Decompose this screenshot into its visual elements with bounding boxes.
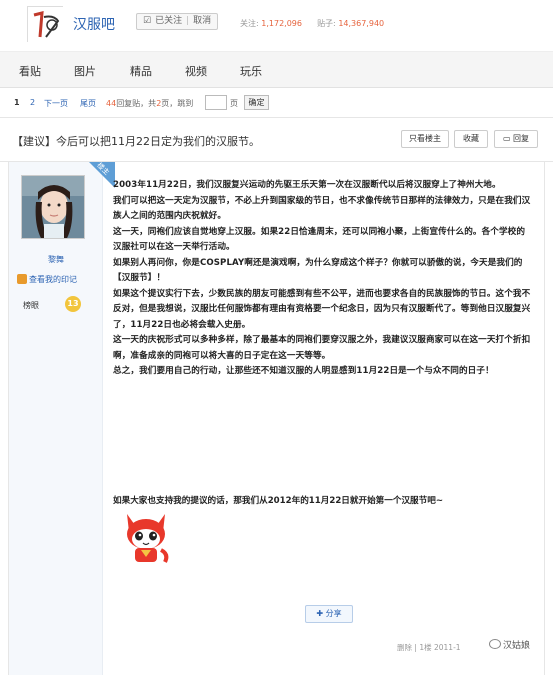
favorite-button[interactable]: 收藏 (454, 130, 488, 148)
reply-label: 回复 (513, 134, 530, 143)
follow-count-label: 关注: (240, 19, 259, 28)
tab-play[interactable]: 玩乐 (240, 63, 262, 79)
hanfu-logo-icon (28, 7, 64, 43)
watermark-text: 汉姑娘 (503, 641, 531, 651)
share-button[interactable]: ✚ 分享 (305, 605, 353, 623)
post-count-label: 贴子: (317, 19, 336, 28)
page-2-link[interactable]: 2 (30, 98, 35, 107)
pages-suffix: 页，跳到 (161, 99, 194, 108)
avatar[interactable] (21, 175, 85, 239)
level-title: 榜眼 (23, 301, 39, 310)
floor-number: 1楼 (419, 643, 432, 652)
bar-name[interactable]: 汉服吧 (73, 14, 115, 34)
post-title-bar: 【建议】今后可以把11月22日定为我们的汉服节。 只看楼主 收藏 ▭ 回复 (0, 118, 553, 162)
avatar-image (22, 176, 84, 238)
reply-button[interactable]: ▭ 回复 (494, 130, 538, 148)
forum-header: 汉服吧 ☑ 已关注 | 取消 关注: 1,172,096 贴子: 14,367,… (0, 0, 553, 52)
page-1: 1 (14, 98, 20, 107)
tab-posts[interactable]: 看贴 (19, 63, 41, 79)
delete-link[interactable]: 删除 (397, 643, 412, 652)
follow-count: 1,172,096 (261, 19, 302, 28)
nav-tabs: 看贴 图片 精品 视频 玩乐 (0, 52, 553, 88)
watermark-icon (489, 639, 501, 649)
post-floor-1: 黎舞 查看我的印记 榜眼 13 楼主 2003年11月22日，我们汉服复兴运动的… (8, 161, 545, 675)
author-name[interactable]: 黎舞 (9, 254, 103, 265)
paragraph: 2003年11月22日，我们汉服复兴运动的先驱王乐天第一次在汉服断代以后将汉服穿… (113, 180, 501, 190)
tab-images[interactable]: 图片 (74, 63, 96, 79)
author-panel: 黎舞 查看我的印记 榜眼 13 (9, 162, 103, 675)
closing-line: 如果大家也支持我的提议的话，那我们从2012年的11月22日就开始第一个汉服节吧… (113, 496, 444, 506)
bar-logo[interactable] (27, 6, 64, 43)
check-icon: ☑ (143, 16, 152, 26)
reply-summary: 44回复贴，共2页，跳到 (106, 98, 193, 109)
paragraph: 如果这个提议实行下去，少数民族的朋友可能感到有些不公平，进而也要求各自的民族服饰… (113, 288, 531, 330)
bar-stats: 关注: 1,172,096 贴子: 14,367,940 (240, 18, 384, 29)
next-page-link[interactable]: 下一页 (44, 98, 68, 109)
post-count: 14,367,940 (338, 19, 385, 28)
unfollow-link[interactable]: 取消 (193, 14, 211, 29)
follow-button[interactable]: ☑ 已关注 | 取消 (136, 13, 219, 30)
last-page-link[interactable]: 尾页 (80, 98, 96, 109)
paragraph: 如果别人再问你，你是COSPLAY啊还是演戏啊，为什么穿成这个样子？你就可以骄傲… (113, 257, 523, 284)
reply-suffix: 回复贴，共 (116, 99, 157, 108)
tab-videos[interactable]: 视频 (185, 63, 207, 79)
footprint-link[interactable]: 查看我的印记 (17, 274, 77, 285)
share-label: 分享 (325, 609, 342, 618)
fox-emoji-icon (127, 514, 169, 563)
watermark: 汉姑娘 (489, 638, 530, 651)
plus-icon: ✚ (316, 609, 324, 618)
comment-icon: ▭ (502, 134, 511, 143)
page-unit: 页 (230, 99, 238, 108)
post-meta: 删除 | 1楼 2011-1 (397, 642, 461, 653)
level-badge: 13 (65, 296, 81, 312)
reply-count: 44 (106, 99, 117, 108)
follow-label: 已关注 (155, 16, 183, 26)
footprint-label: 查看我的印记 (29, 275, 77, 284)
jump-page-input[interactable] (205, 95, 227, 110)
post-content: 2003年11月22日，我们汉服复兴运动的先驱王乐天第一次在汉服断代以后将汉服穿… (113, 178, 533, 380)
tab-featured[interactable]: 精品 (130, 63, 152, 79)
paragraph: 我们可以把这一天定为汉服节，不必上升到国家级的节日，也不求像传统节日那样的法律效… (113, 195, 531, 222)
only-op-button[interactable]: 只看楼主 (401, 130, 449, 148)
paragraph: 这一天，同袍们应该自觉地穿上汉服。如果22日恰逢周末，还可以同袍小聚，上街宣传什… (113, 226, 526, 253)
post-date: 2011-1 (433, 643, 461, 652)
footprint-icon (17, 274, 27, 284)
go-button[interactable]: 确定 (244, 95, 269, 110)
paragraph: 这一天的庆祝形式可以多种多样，除了最基本的同袍们要穿汉服之外，我建议汉服商家可以… (113, 335, 531, 361)
post-title: 【建议】今后可以把11月22日定为我们的汉服节。 (12, 135, 260, 148)
pagination: 1 2 下一页 尾页 44回复贴，共2页，跳到 页 确定 (0, 88, 553, 118)
paragraph: 总之，我们要用自己的行动，让那些还不知道汉服的人明显感到11月22日是一个与众不… (113, 366, 494, 376)
divider: | (186, 16, 190, 26)
